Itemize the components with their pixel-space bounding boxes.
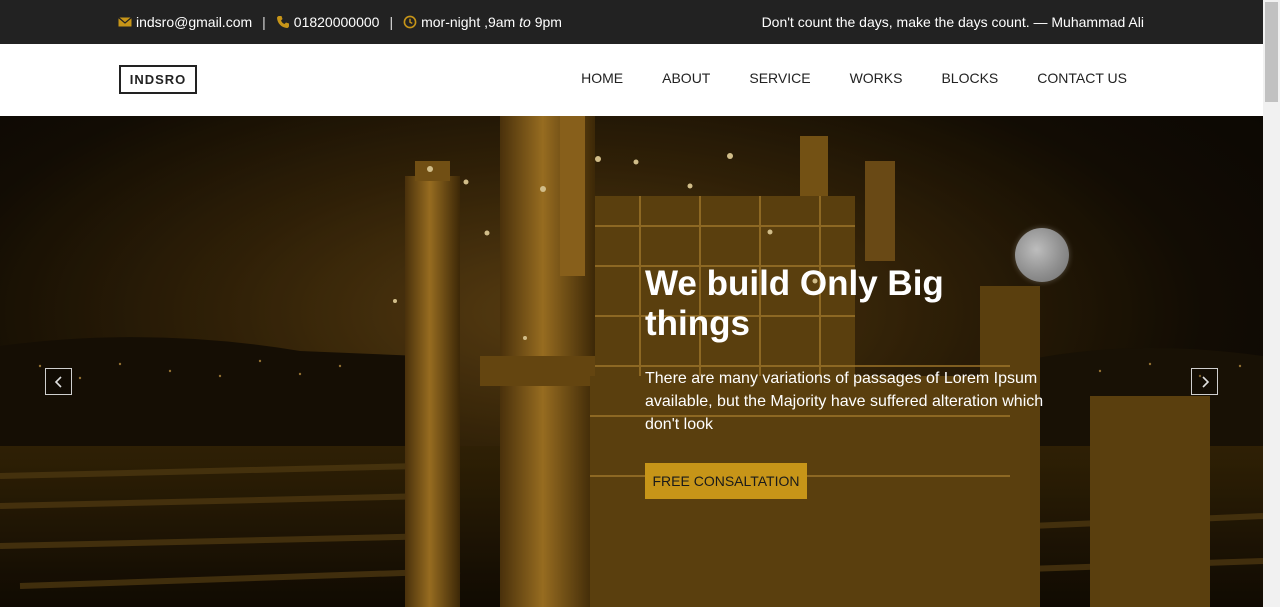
nav-contact-us[interactable]: CONTACT US [1037,70,1127,86]
chevron-left-icon [54,375,62,388]
contact-info: indsro@gmail.com | 01820000000 | mor-nig… [118,14,562,30]
quote-text: Don't count the days, make the days coun… [761,14,1144,30]
scrollbar-thumb[interactable] [1265,2,1278,102]
envelope-icon [118,17,132,27]
nav-blocks[interactable]: BLOCKS [941,70,998,86]
separator: | [262,14,266,30]
nav-home[interactable]: HOME [581,70,623,86]
hero-description: There are many variations of passages of… [645,370,1044,433]
clock-icon [403,15,417,29]
moon-image [1015,228,1069,282]
email-text: indsro@gmail.com [136,14,253,30]
site-header: INDSRO HOME ABOUT SERVICE WORKS BLOCKS C… [0,44,1263,116]
slider-next-button[interactable] [1191,368,1218,395]
top-bar: indsro@gmail.com | 01820000000 | mor-nig… [0,0,1263,44]
nav-about[interactable]: ABOUT [662,70,710,86]
phone-icon [276,16,289,28]
phone-text: 01820000000 [293,14,380,30]
page-scrollbar[interactable] [1263,0,1280,607]
slider-prev-button[interactable] [45,368,72,395]
nav-works[interactable]: WORKS [850,70,903,86]
free-consultation-button[interactable]: FREE CONSALTATION [645,463,807,499]
hero-title: We build Only Big things [645,264,944,343]
separator: | [389,14,394,30]
logo[interactable]: INDSRO [119,65,197,94]
chevron-right-icon [1201,375,1209,388]
hero-overlay [0,116,1263,607]
email-item[interactable]: indsro@gmail.com [118,14,252,30]
main-nav: HOME ABOUT SERVICE WORKS BLOCKS CONTACT … [581,70,1127,86]
phone-item[interactable]: 01820000000 [276,14,380,30]
hours-text: mor-night ,9am to 9pm [421,14,562,30]
hours-item: mor-night ,9am to 9pm [403,14,562,30]
hero-slider: We build Only Big things There are many … [0,116,1263,607]
nav-service[interactable]: SERVICE [749,70,810,86]
